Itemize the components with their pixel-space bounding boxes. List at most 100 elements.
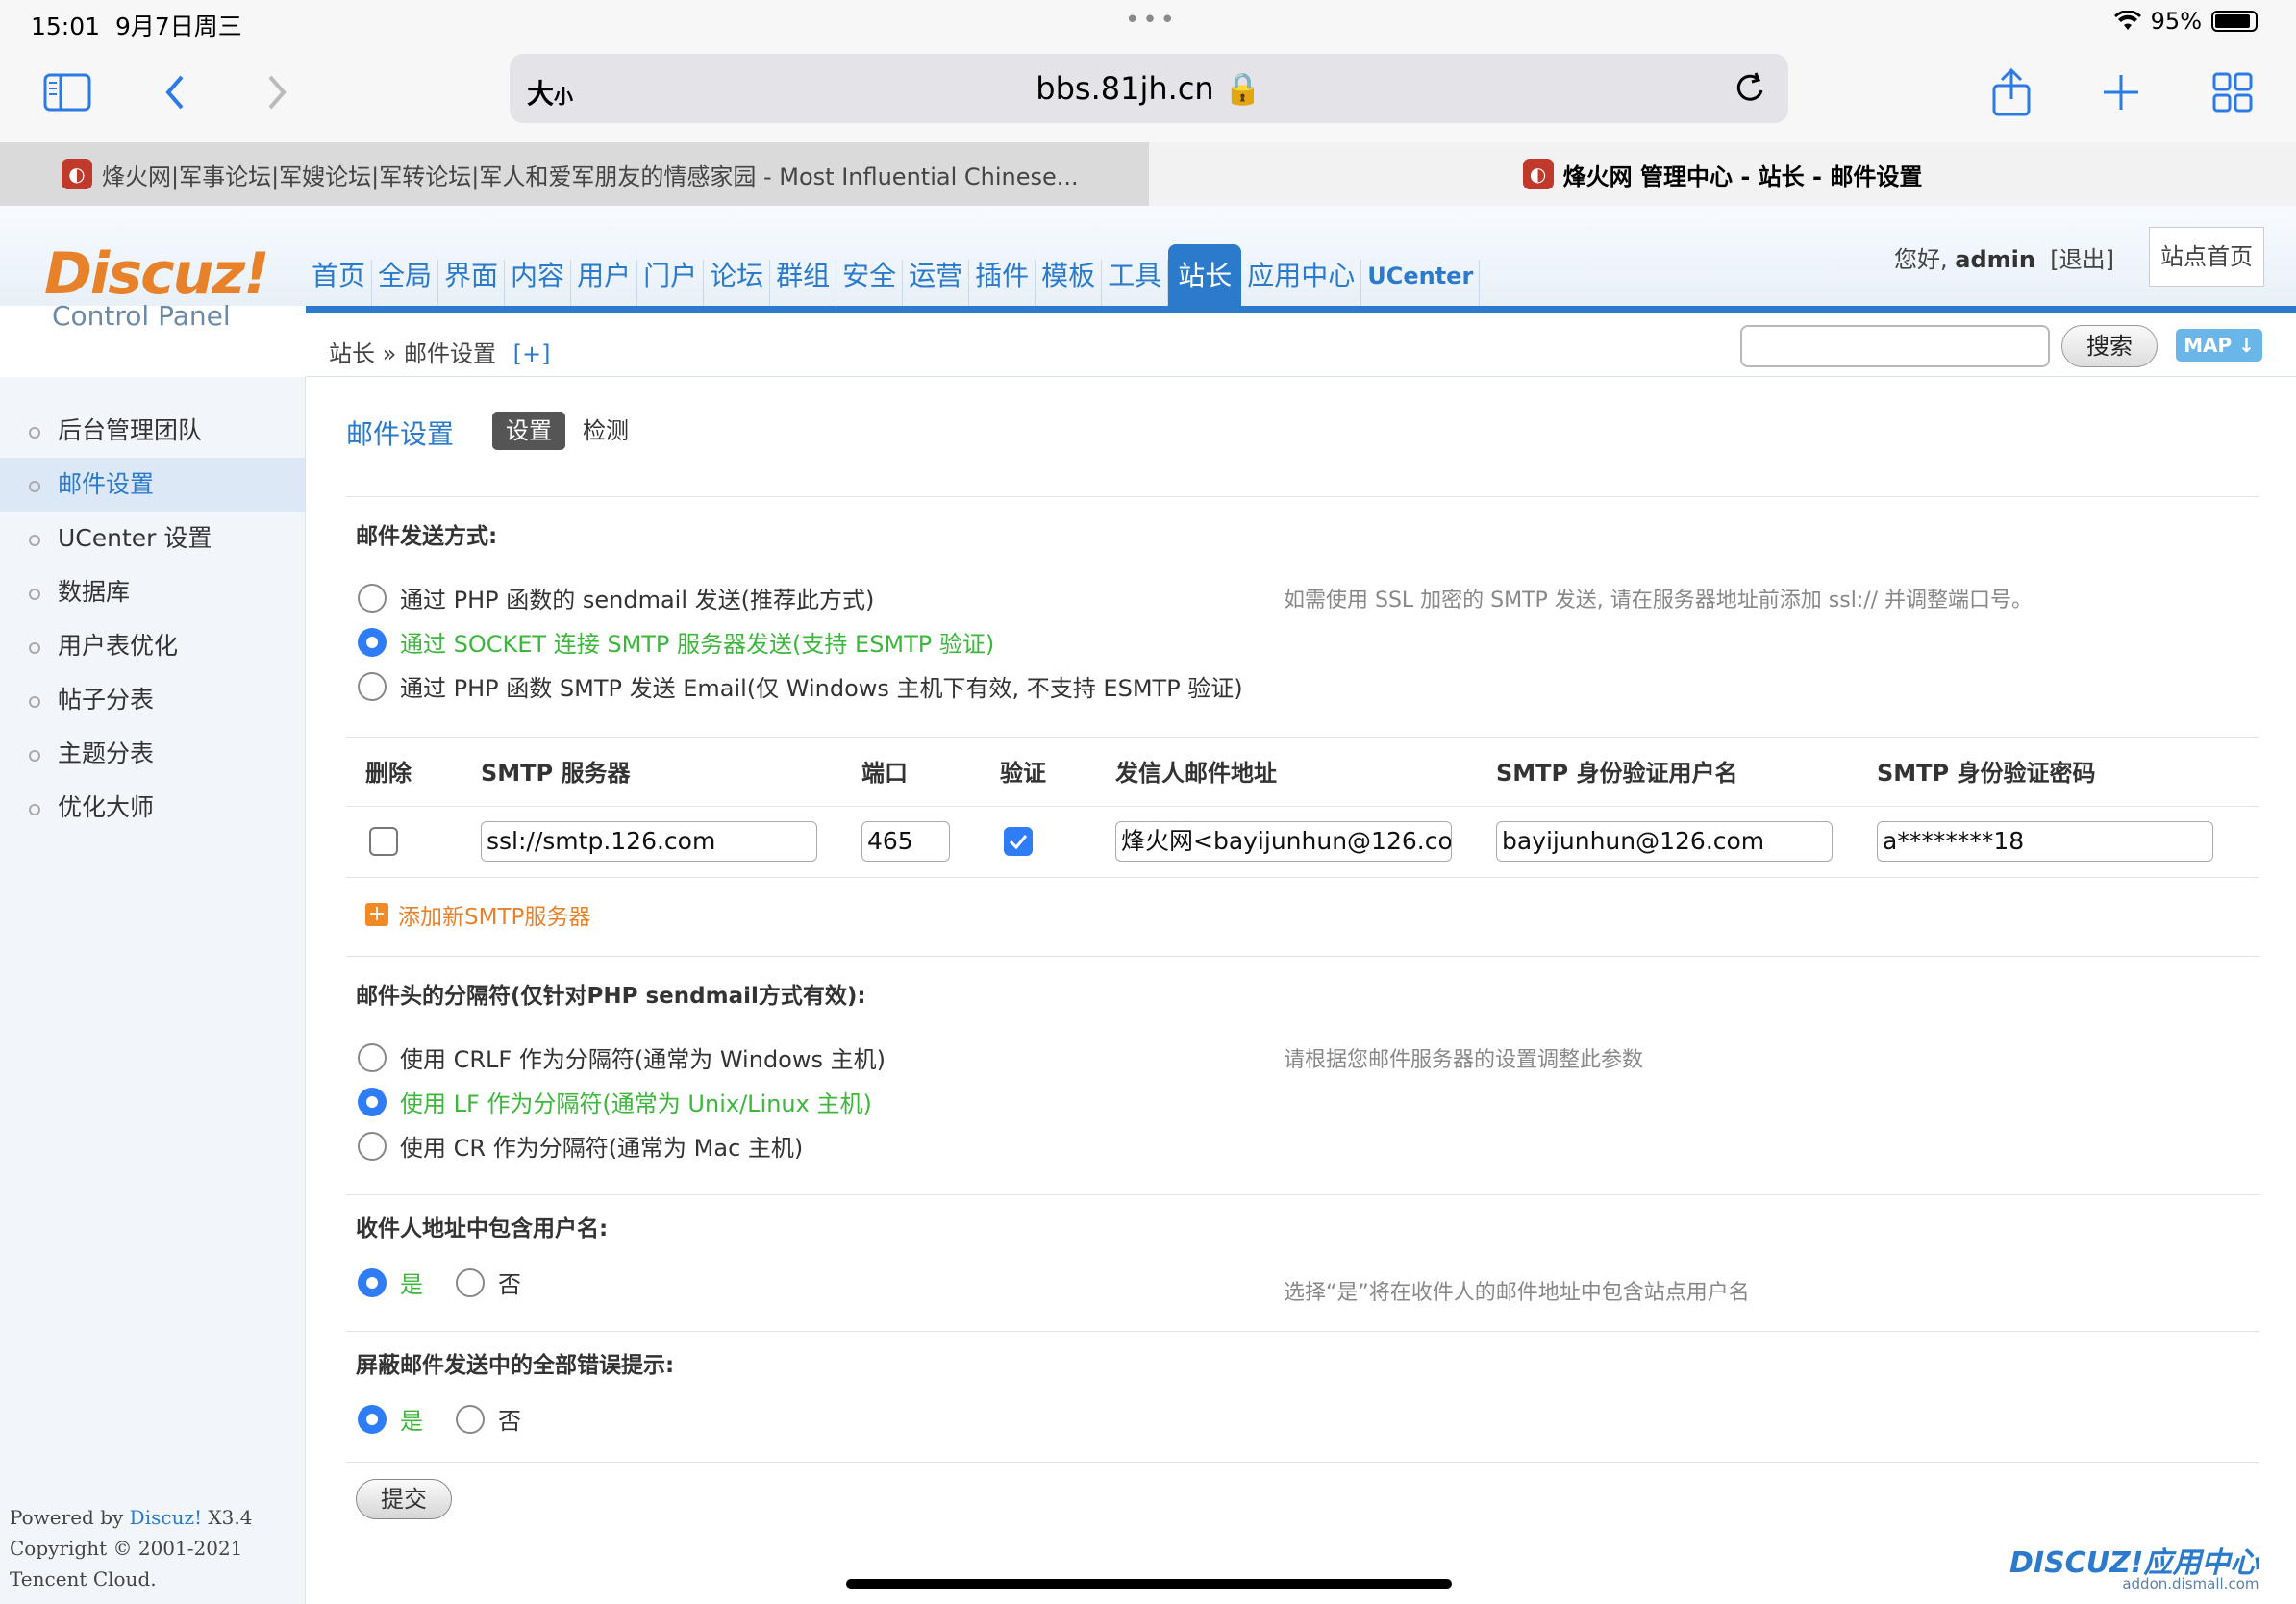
site-home-button[interactable]: 站点首页 [2149,227,2264,287]
submit-button[interactable]: 提交 [356,1479,452,1519]
delimiter-option[interactable]: 使用 CR 作为分隔符(通常为 Mac 主机) [358,1129,803,1163]
battery-icon [2211,11,2258,32]
sidebar: 后台管理团队 邮件设置 UCenter 设置 数据库 用户表优化 帖子分表 主题分表 优化大师… [0,377,306,1604]
tab-check[interactable]: 检测 [569,412,642,450]
topnav-item[interactable]: 插件 [969,260,1036,306]
sidebar-item[interactable]: 主题分表 [0,727,305,781]
auth-checkbox[interactable] [1004,827,1033,856]
topnav-item[interactable]: 模板 [1036,260,1103,306]
check-icon [1009,835,1028,850]
back-icon[interactable] [146,63,204,121]
search-input[interactable] [1740,325,2050,367]
smtp-from-input[interactable]: 烽火网<bayijunhun@126.com> [1115,821,1452,862]
breadcrumb: 站长 » 邮件设置 [+] [329,340,551,367]
tab-overview-icon[interactable] [2204,63,2261,121]
delimiter-option[interactable]: 使用 LF 作为分隔符(通常为 Unix/Linux 主机) [358,1085,872,1118]
sidebar-item[interactable]: 数据库 [0,565,305,619]
status-time: 15:01 9月7日周三 [31,13,242,40]
send-method-option[interactable]: 通过 SOCKET 连接 SMTP 服务器发送(支持 ESMTP 验证) [358,625,994,659]
reload-icon[interactable] [1733,69,1767,112]
address-bar[interactable]: 大小 bbs.81jh.cn 🔒 [510,54,1788,123]
topnav-item[interactable]: 安全 [836,260,904,306]
search-button[interactable]: 搜索 [2061,325,2158,367]
divider [346,1462,2259,1463]
topnav-item[interactable]: 用户 [571,260,638,306]
col-password: SMTP 身份验证密码 [1877,760,2096,787]
top-nav: 首页 全局 界面 内容 用户 门户 论坛 群组 安全 运营 插件 模板 工具 站长 应用中心 UCenter [306,231,1481,306]
topnav-item[interactable]: 工具 [1102,260,1169,306]
col-delete: 删除 [365,760,412,787]
page-title: 邮件设置 [346,418,455,450]
username: admin [1955,246,2035,273]
main-content: 邮件设置 设置 检测 邮件发送方式: 通过 PHP 函数的 sendmail 发… [308,377,2259,1604]
smtp-server-input[interactable]: ssl://smtp.126.com [481,821,817,862]
col-auth: 验证 [1000,760,1046,787]
topnav-item[interactable]: 群组 [770,260,837,306]
topnav-item[interactable]: 论坛 [704,260,771,306]
url-text: bbs.81jh.cn 🔒 [1036,70,1262,107]
forward-icon[interactable] [248,63,306,121]
divider [346,877,2259,878]
col-port: 端口 [861,760,908,787]
send-method-option[interactable]: 通过 PHP 函数 SMTP 发送 Email(仅 Windows 主机下有效,… [358,669,1243,703]
include-username-radio[interactable]: 是否 [358,1266,521,1299]
sidebar-toggle-icon[interactable] [38,63,96,121]
share-icon[interactable] [1983,63,2040,121]
include-username-label: 收件人地址中包含用户名: [356,1216,609,1241]
status-right: 95% [2113,8,2258,35]
topnav-item[interactable]: 全局 [372,260,439,306]
topnav-item[interactable]: 站长 [1168,244,1242,306]
add-smtp-link[interactable]: + 添加新SMTP服务器 [365,898,590,931]
multitask-dots[interactable]: ••• [1125,6,1178,35]
divider [346,956,2259,957]
topnav-item[interactable]: UCenter [1361,260,1481,306]
battery-percent: 95% [2150,8,2202,35]
sidebar-item[interactable]: UCenter 设置 [0,512,305,565]
sidebar-item[interactable]: 用户表优化 [0,619,305,673]
tab-forum[interactable]: ◐ 烽火网|军事论坛|军嫂论坛|军转论坛|军人和爱军朋友的情感家园 - Most … [0,142,1149,206]
add-shortcut-link[interactable]: [+] [513,340,551,367]
divider [346,1331,2259,1332]
smtp-username-input[interactable]: bayijunhun@126.com [1496,821,1833,862]
divider [346,496,2259,497]
new-tab-icon[interactable] [2092,63,2150,121]
delete-checkbox[interactable] [369,827,398,856]
divider [346,806,2259,807]
logout-link[interactable]: [退出] [2050,246,2114,273]
delimiter-option[interactable]: 使用 CRLF 作为分隔符(通常为 Windows 主机) [358,1040,886,1074]
topnav-item[interactable]: 界面 [438,260,506,306]
silent-errors-radio[interactable]: 是否 [358,1402,521,1436]
smtp-port-input[interactable]: 465 [861,821,950,862]
topnav-item[interactable]: 门户 [637,260,705,306]
status-bar: 15:01 9月7日周三 ••• 95% [0,0,2296,46]
discuz-logo: Discuz! Control Panel [44,240,270,332]
send-method-tip: 如需使用 SSL 加密的 SMTP 发送, 请在服务器地址前添加 ssl:// … [1284,589,2034,613]
include-username-tip: 选择“是”将在收件人的邮件地址中包含站点用户名 [1284,1281,1750,1305]
topnav-item[interactable]: 首页 [306,260,373,306]
sidebar-item[interactable]: 后台管理团队 [0,404,305,458]
col-from: 发信人邮件地址 [1115,760,1277,787]
col-username: SMTP 身份验证用户名 [1496,760,1738,787]
send-method-label: 邮件发送方式: [356,524,498,549]
wifi-icon [2113,11,2141,30]
lock-icon: 🔒 [1223,70,1262,107]
sidebar-item[interactable]: 帖子分表 [0,673,305,727]
site-favicon-icon: ◐ [62,159,92,189]
admin-header: Discuz! Control Panel 首页 全局 界面 内容 用户 门户 论坛 群组 安全… [0,206,2296,332]
smtp-password-input[interactable]: a********18 [1877,821,2213,862]
home-indicator [846,1579,1452,1589]
sidebar-item[interactable]: 邮件设置 [0,458,305,512]
user-area: 您好, admin [退出] [1894,246,2114,273]
topnav-item[interactable]: 内容 [505,260,572,306]
tab-admin[interactable]: ◐ 烽火网 管理中心 - 站长 - 邮件设置 [1149,142,2296,206]
site-favicon-icon: ◐ [1522,159,1554,189]
tab-settings[interactable]: 设置 [492,412,565,450]
send-method-option[interactable]: 通过 PHP 函数的 sendmail 发送(推荐此方式) [358,581,874,614]
topnav-item[interactable]: 运营 [903,260,970,306]
nav-underline [306,306,2296,313]
sidebar-item[interactable]: 优化大师 [0,781,305,835]
browser-tabs: ◐ 烽火网|军事论坛|军嫂论坛|军转论坛|军人和爱军朋友的情感家园 - Most … [0,142,2296,206]
map-button[interactable]: MAP ↓ [2176,329,2262,362]
topnav-item[interactable]: 应用中心 [1241,260,1362,306]
delimiter-tip: 请根据您邮件服务器的设置调整此参数 [1284,1048,1644,1072]
